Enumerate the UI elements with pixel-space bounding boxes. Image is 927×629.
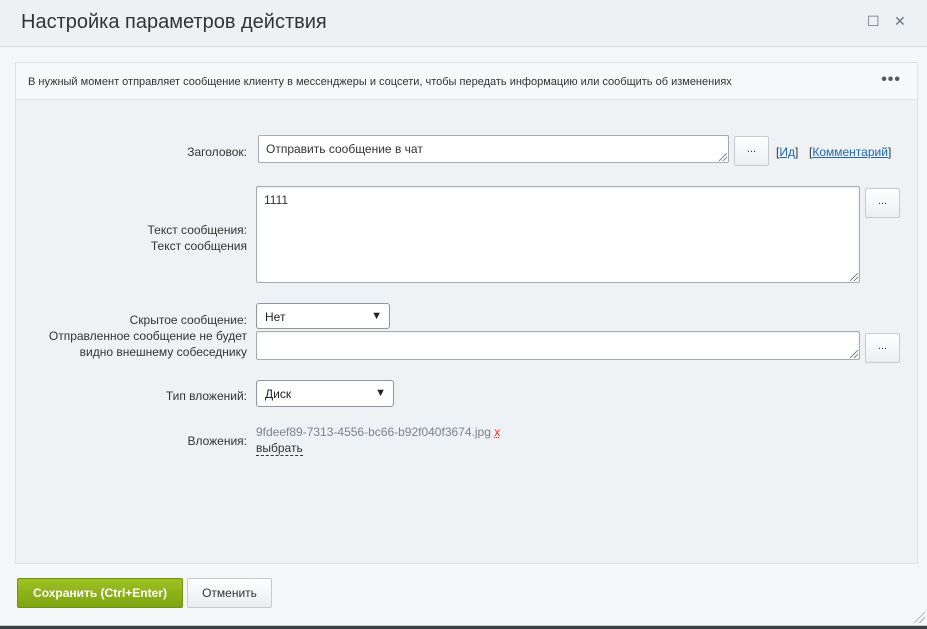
hidden-select[interactable]: Нет ▼	[256, 303, 390, 329]
close-icon[interactable]: ✕	[894, 14, 906, 28]
hidden-note-line-2: видно внешнему собеседнику	[79, 345, 247, 359]
chevron-down-icon: ▼	[371, 310, 382, 322]
message-label-line-1: Текст сообщения:	[147, 223, 247, 237]
hidden-select-value: Нет	[265, 310, 286, 324]
hidden-extra-input[interactable]	[256, 331, 860, 360]
title-label: Заголовок:	[187, 145, 247, 159]
id-bracket-close: ]	[794, 145, 799, 159]
comment-link-wrap: [Комментарий]	[809, 145, 891, 159]
remove-attachment-icon[interactable]: x	[494, 425, 500, 439]
hidden-note: Отправленное сообщение не будет видно вн…	[49, 328, 247, 360]
message-textarea[interactable]: 1111	[256, 186, 860, 283]
dialog-resize-handle-icon[interactable]	[913, 611, 925, 623]
title-dots-button[interactable]: ...	[734, 136, 769, 166]
attachment-item: 9fdeef89-7313-4556-bc66-b92f040f3674.jpg…	[256, 425, 500, 439]
comment-link[interactable]: Комментарий	[812, 145, 888, 159]
message-label-line-2: Текст сообщения	[150, 239, 247, 253]
attachment-file-name: 9fdeef89-7313-4556-bc66-b92f040f3674.jpg	[256, 425, 491, 439]
save-button[interactable]: Сохранить (Ctrl+Enter)	[17, 578, 183, 608]
id-link-wrap: [Ид]	[776, 145, 798, 159]
attachments-label: Вложения:	[187, 434, 247, 448]
attach-type-value: Диск	[265, 387, 292, 401]
dialog-footer: Сохранить (Ctrl+Enter) Отменить	[0, 565, 927, 625]
message-label: Текст сообщения: Текст сообщения	[148, 222, 247, 254]
description-text: В нужный момент отправляет сообщение кли…	[28, 76, 732, 88]
hidden-extra-dots-button[interactable]: ...	[865, 333, 900, 363]
message-value: 1111	[264, 193, 289, 207]
action-settings-dialog: Настройка параметров действия ☐ ✕ В нужн…	[0, 0, 927, 625]
dialog-content: В нужный момент отправляет сообщение кли…	[15, 62, 918, 564]
resize-grip-icon[interactable]	[719, 153, 727, 161]
attach-type-select[interactable]: Диск ▼	[256, 380, 394, 407]
resize-grip-icon[interactable]	[850, 273, 858, 281]
comment-bracket-close: ]	[887, 145, 892, 159]
cancel-button[interactable]: Отменить	[187, 578, 272, 608]
description-bar: В нужный момент отправляет сообщение кли…	[16, 63, 917, 100]
more-icon[interactable]: •••	[881, 71, 901, 89]
message-dots-button[interactable]: ...	[865, 188, 900, 218]
maximize-icon[interactable]: ☐	[867, 14, 880, 28]
chevron-down-icon: ▼	[375, 387, 386, 399]
hidden-label: Скрытое сообщение:	[129, 313, 247, 327]
dialog-title: Настройка параметров действия	[21, 11, 327, 33]
choose-file-link[interactable]: выбрать	[256, 441, 303, 456]
resize-grip-icon[interactable]	[850, 350, 858, 358]
title-input-value: Отправить сообщение в чат	[266, 142, 423, 156]
title-input[interactable]: Отправить сообщение в чат	[258, 135, 729, 163]
attach-type-label: Тип вложений:	[165, 389, 247, 403]
dialog-titlebar: Настройка параметров действия ☐ ✕	[0, 0, 927, 47]
id-link[interactable]: Ид	[779, 145, 795, 159]
hidden-note-line-1: Отправленное сообщение не будет	[48, 329, 247, 343]
